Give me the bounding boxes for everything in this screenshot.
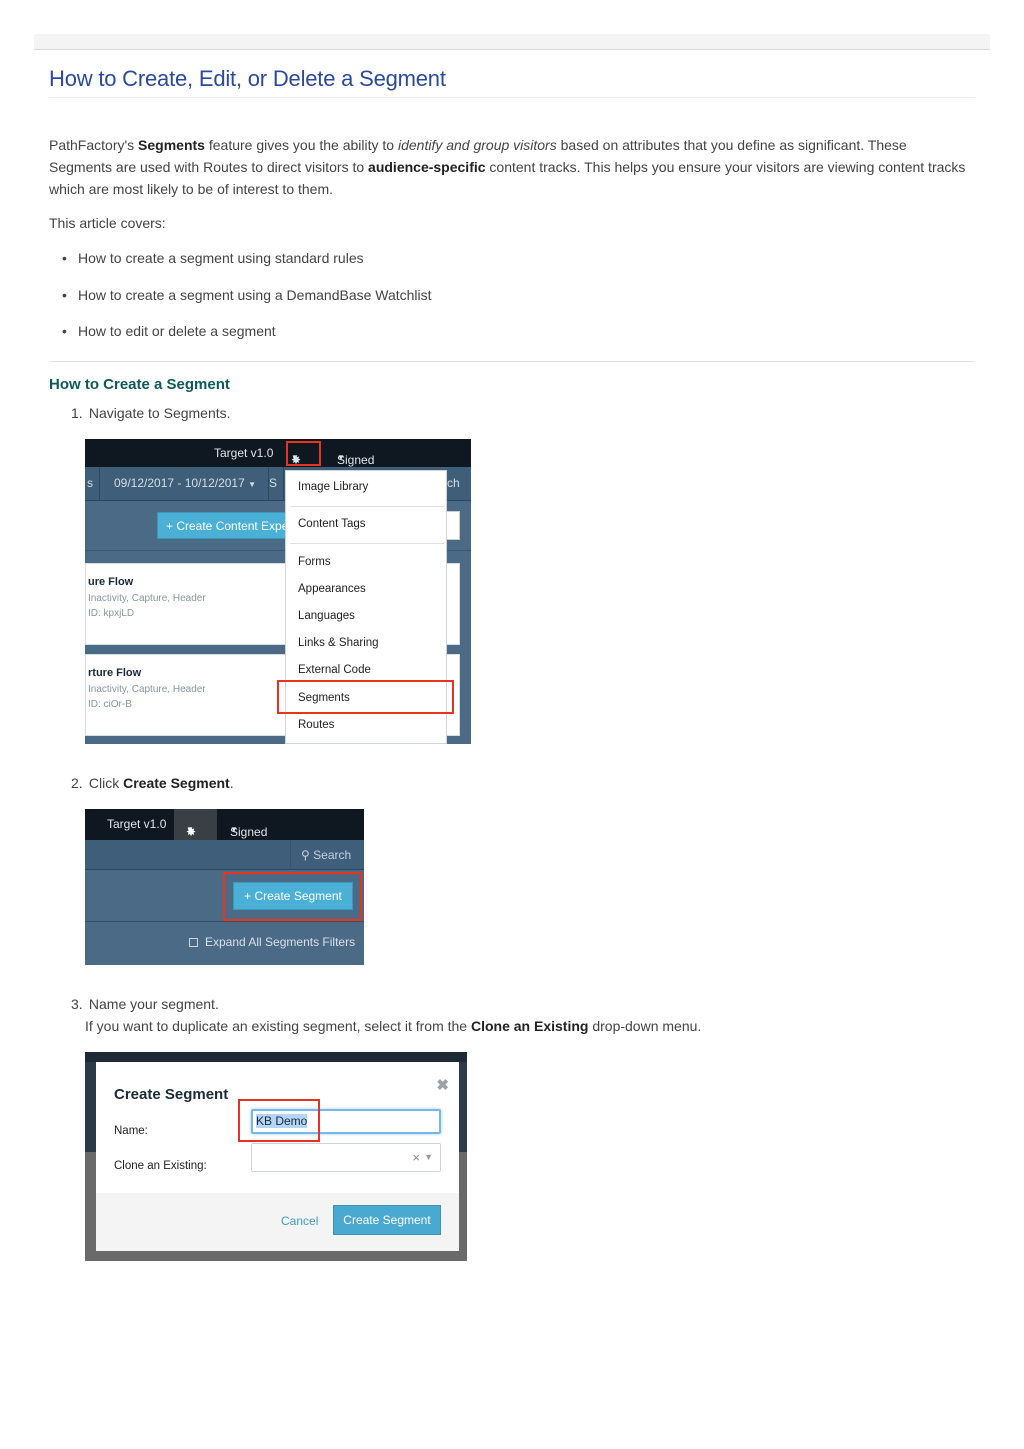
version-label: Target v1.0 — [214, 446, 274, 460]
step-2: 2. Click Create Segment. — [71, 775, 234, 791]
bold-audience-specific: audience-specific — [368, 159, 486, 175]
list-item: • How to create a segment using standard … — [62, 250, 364, 266]
intro-paragraph: PathFactory's Segments feature gives you… — [49, 137, 966, 197]
covers-label: This article covers: — [49, 215, 166, 231]
highlight-name-input — [238, 1099, 320, 1142]
create-segment-modal: Create Segment ✖ Name: KB Demo Clone an … — [96, 1062, 459, 1251]
menu-item-routes[interactable]: Routes — [298, 719, 334, 731]
bullet-icon: • — [62, 323, 67, 339]
name-label: Name: — [114, 1125, 148, 1137]
menu-item-external-code[interactable]: External Code — [298, 664, 371, 676]
screenshot-navigate-segments: Target v1.0 ✸ ▼ Signed in as LuciaGB ▼ s… — [85, 439, 471, 744]
clone-label: Clone an Existing: — [114, 1160, 207, 1172]
expand-filters-label: Expand All Segments Filters — [205, 935, 356, 949]
bullet-icon: • — [62, 286, 67, 303]
version-label: Target v1.0 — [107, 817, 167, 831]
cancel-button[interactable]: Cancel — [281, 1214, 318, 1228]
clone-existing-select[interactable]: × ▼ — [251, 1143, 441, 1172]
menu-item-links-sharing[interactable]: Links & Sharing — [298, 637, 379, 649]
expand-filters-checkbox[interactable] — [189, 938, 198, 947]
menu-item-languages[interactable]: Languages — [298, 610, 355, 622]
highlight-gear — [286, 441, 321, 466]
caret-down-icon: ▼ — [230, 825, 238, 834]
menu-item-image-library[interactable]: Image Library — [298, 481, 368, 493]
caret-down-icon: ▼ — [424, 1152, 433, 1162]
modal-footer: Cancel Create Segment — [96, 1193, 459, 1251]
app-top-bar: Target v1.0 ✸ ▼ Signed in as LuciaGB ▼ — [85, 809, 364, 867]
date-range-dropdown[interactable]: 09/12/2017 - 10/12/2017 ▼ — [102, 467, 270, 501]
list-item: • How to create a segment using a DemandB… — [62, 286, 432, 303]
bullet-icon: • — [62, 250, 67, 266]
menu-item-forms[interactable]: Forms — [298, 556, 331, 568]
list-item: • How to edit or delete a segment — [62, 323, 276, 339]
page-top-bar — [34, 34, 990, 50]
close-icon[interactable]: ✖ — [436, 1076, 449, 1094]
title-divider — [49, 97, 975, 98]
menu-item-content-tags[interactable]: Content Tags — [298, 518, 366, 530]
clear-icon[interactable]: × — [412, 1150, 420, 1165]
search-input[interactable]: ⚲ Search — [290, 840, 364, 870]
highlight-segments — [277, 680, 454, 714]
caret-down-icon: ▼ — [337, 453, 345, 462]
caret-down-icon: ▼ — [248, 480, 257, 489]
highlight-create-segment — [223, 872, 362, 921]
covers-list: • How to create a segment using standard … — [62, 250, 432, 360]
screenshot-name-segment: Create Segment ✖ Name: KB Demo Clone an … — [85, 1052, 467, 1261]
caret-down-icon: ▼ — [186, 825, 194, 834]
create-segment-submit-button[interactable]: Create Segment — [333, 1205, 441, 1235]
step-3: 3. Name your segment. If you want to dupl… — [71, 996, 702, 1034]
section-title: How to Create a Segment — [49, 376, 230, 393]
italic-phrase: identify and group visitors — [397, 137, 557, 153]
bold-segments: Segments — [138, 137, 205, 153]
article-title: How to Create, Edit, or Delete a Segment — [49, 66, 446, 91]
search-icon: ⚲ — [301, 848, 310, 862]
section-divider — [49, 361, 975, 362]
step-1: 1. Navigate to Segments. — [71, 405, 231, 421]
menu-item-appearances[interactable]: Appearances — [298, 583, 366, 595]
app-top-bar: Target v1.0 ✸ ▼ Signed in as LuciaGB ▼ — [85, 439, 471, 495]
modal-title: Create Segment — [114, 1086, 229, 1103]
screenshot-create-segment: Target v1.0 ✸ ▼ Signed in as LuciaGB ▼ ⚲… — [85, 809, 364, 965]
